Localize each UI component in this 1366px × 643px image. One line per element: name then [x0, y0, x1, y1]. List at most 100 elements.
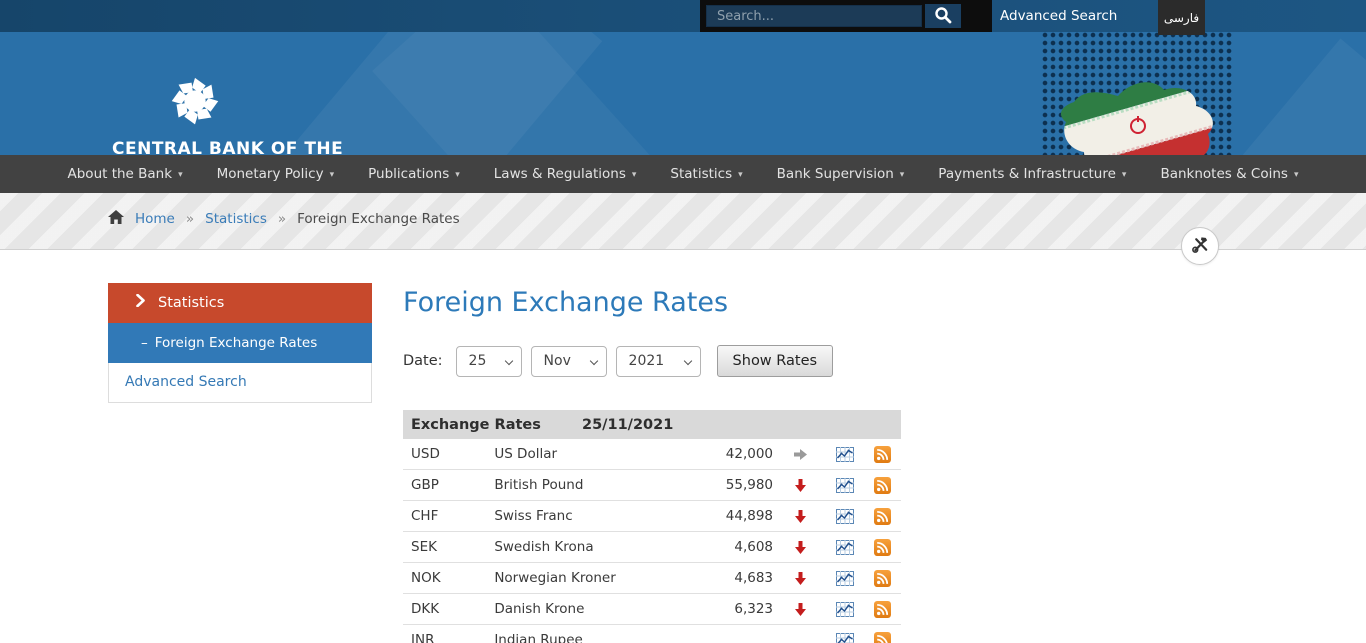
exchange-rates-table: Exchange Rates 25/11/2021 USD US Dollar …: [403, 410, 901, 643]
nav-item-about-the-bank[interactable]: About the Bank▾: [68, 166, 183, 182]
exchange-rate-row: GBP British Pound 55,980: [403, 470, 901, 501]
sidebar-item-statistics[interactable]: Statistics: [108, 283, 372, 323]
nav-item-banknotes-and-coins[interactable]: Banknotes & Coins ▾: [1160, 166, 1298, 182]
exchange-rate-row: INR Indian Rupee: [403, 625, 901, 643]
currency-code: SEK: [411, 539, 494, 555]
trend-icon: [773, 479, 828, 492]
nav-item-statistics[interactable]: Statistics ▾: [670, 166, 742, 182]
chart-link-icon[interactable]: [828, 540, 864, 555]
caret-down-icon: ▾: [738, 168, 743, 180]
nav-label: Banknotes & Coins: [1160, 166, 1288, 182]
currency-code: CHF: [411, 508, 494, 524]
down-arrow-icon: [795, 603, 806, 616]
exchange-rate-row: SEK Swedish Krona 4,608: [403, 532, 901, 563]
caret-down-icon: ▾: [1294, 168, 1299, 180]
rss-link-icon[interactable]: [863, 632, 901, 643]
sidebar-item-dash: –: [141, 335, 148, 351]
sidebar-menu: Statistics –Foreign Exchange Rates Advan…: [108, 283, 372, 643]
trend-icon: [773, 603, 828, 616]
site-header: CENTRAL BANK OF THE ISLAMIC REPUBLIC OF …: [0, 32, 1366, 155]
nav-label: Payments & Infrastructure: [938, 166, 1116, 182]
sidebar-item-label: Advanced Search: [125, 374, 247, 390]
nav-label: Bank Supervision: [777, 166, 894, 182]
nav-item-publications[interactable]: Publications▾: [368, 166, 460, 182]
breadcrumb-current-page: Foreign Exchange Rates: [297, 211, 460, 227]
chart-link-icon[interactable]: [828, 447, 864, 462]
rss-link-icon[interactable]: [863, 446, 901, 463]
currency-name: Swedish Krona: [494, 539, 700, 555]
chart-link-icon[interactable]: [828, 571, 864, 586]
nav-label: Laws & Regulations: [494, 166, 626, 182]
show-rates-button[interactable]: Show Rates: [717, 345, 834, 377]
sidebar-item-foreign-exchange-rates[interactable]: –Foreign Exchange Rates: [108, 323, 372, 363]
nav-item-payments-and-infrastructure[interactable]: Payments & Infrastructure ▾: [938, 166, 1126, 182]
currency-name: Indian Rupee: [494, 632, 700, 643]
home-icon: [108, 210, 124, 228]
rss-link-icon[interactable]: [863, 539, 901, 556]
chart-link-icon[interactable]: [828, 509, 864, 524]
right-arrow-icon: [794, 449, 807, 460]
breadcrumb-separator: »: [278, 211, 286, 227]
sidebar-item-label: Statistics: [158, 295, 224, 311]
date-selector-row: Date: 25 Nov 2021 Show Rates: [403, 345, 1258, 377]
hammer-wrench-icon: [1191, 235, 1210, 258]
main-navigation: About the Bank▾ Monetary Policy ▾ Publica…: [0, 155, 1366, 193]
currency-code: GBP: [411, 477, 494, 493]
content-area: Statistics –Foreign Exchange Rates Advan…: [108, 250, 1258, 643]
chart-link-icon[interactable]: [828, 602, 864, 617]
accessibility-tools-button[interactable]: [1181, 227, 1219, 265]
chart-link-icon[interactable]: [828, 478, 864, 493]
month-select[interactable]: Nov: [531, 346, 607, 377]
chevron-right-icon: [136, 294, 145, 311]
rss-link-icon[interactable]: [863, 508, 901, 525]
trend-icon: [773, 449, 828, 460]
year-select[interactable]: 2021: [616, 346, 701, 377]
exchange-rate-row: CHF Swiss Franc 44,898: [403, 501, 901, 532]
rss-link-icon[interactable]: [863, 570, 901, 587]
breadcrumb: Home » Statistics » Foreign Exchange Rat…: [108, 193, 1258, 228]
currency-name: Danish Krone: [494, 601, 700, 617]
breadcrumb-link-home[interactable]: Home: [135, 211, 175, 227]
currency-code: INR: [411, 632, 494, 643]
main-panel: Foreign Exchange Rates Date: 25 Nov 2021…: [403, 283, 1258, 643]
table-header-date: 25/11/2021: [582, 417, 673, 433]
exchange-rate-row: USD US Dollar 42,000: [403, 439, 901, 470]
caret-down-icon: ▾: [632, 168, 637, 180]
rate-value: 44,898: [701, 508, 773, 524]
advanced-search-link[interactable]: Advanced Search: [1000, 0, 1117, 32]
nav-item-bank-supervision[interactable]: Bank Supervision ▾: [777, 166, 905, 182]
chart-link-icon[interactable]: [828, 633, 864, 643]
nav-item-monetary-policy[interactable]: Monetary Policy ▾: [217, 166, 335, 182]
table-header: Exchange Rates 25/11/2021: [403, 410, 901, 439]
down-arrow-icon: [795, 572, 806, 585]
down-arrow-icon: [795, 541, 806, 554]
sidebar-item-label: Foreign Exchange Rates: [155, 335, 318, 351]
rss-link-icon[interactable]: [863, 477, 901, 494]
rate-value: 4,683: [701, 570, 773, 586]
caret-down-icon: ▾: [1122, 168, 1127, 180]
search-icon: [934, 6, 952, 27]
bank-emblem-icon: [112, 72, 342, 134]
caret-down-icon: ▾: [330, 168, 335, 180]
language-switch-farsi[interactable]: فارسی: [1158, 0, 1205, 35]
currency-code: NOK: [411, 570, 494, 586]
rss-link-icon[interactable]: [863, 601, 901, 618]
nav-label: Monetary Policy: [217, 166, 324, 182]
bank-logo[interactable]: CENTRAL BANK OF THE ISLAMIC REPUBLIC OF …: [112, 72, 342, 155]
exchange-rate-row: NOK Norwegian Kroner 4,683: [403, 563, 901, 594]
nav-item-laws-and-regulations[interactable]: Laws & Regulations ▾: [494, 166, 637, 182]
bank-name-line1: CENTRAL BANK OF THE: [112, 139, 342, 155]
table-header-title: Exchange Rates: [411, 417, 582, 433]
caret-down-icon: ▾: [900, 168, 905, 180]
search-input[interactable]: [706, 5, 922, 27]
rate-value: 42,000: [701, 446, 773, 462]
breadcrumb-link-statistics[interactable]: Statistics: [205, 211, 267, 227]
nav-label: Statistics: [670, 166, 732, 182]
search-button[interactable]: [925, 4, 961, 28]
currency-code: DKK: [411, 601, 494, 617]
day-select[interactable]: 25: [456, 346, 522, 377]
currency-name: US Dollar: [494, 446, 700, 462]
sidebar-item-advanced-search[interactable]: Advanced Search: [108, 363, 372, 403]
rate-value: 55,980: [701, 477, 773, 493]
iran-map-flag-image: [1046, 70, 1230, 155]
